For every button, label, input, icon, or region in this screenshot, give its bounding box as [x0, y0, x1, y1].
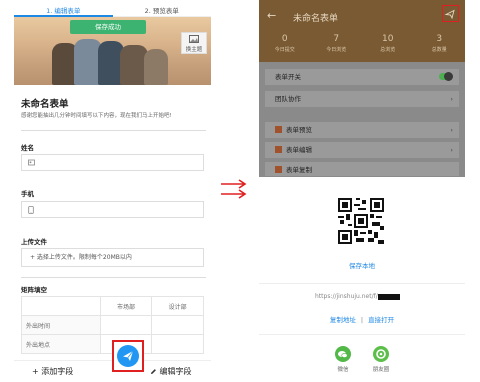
paper-plane-icon [123, 350, 134, 361]
menu-item-preview[interactable]: 表单预览 › [265, 122, 459, 138]
matrix-cell[interactable] [151, 315, 204, 335]
dimmed-menu-area: 表单开关 团队协作 › 表单预览 › 表单编辑 › 表单复制 [259, 62, 465, 177]
menu-item-label: 团队协作 [275, 95, 301, 103]
edit-field-button[interactable]: 编辑字段 [150, 366, 192, 377]
menu-item-copy[interactable]: 表单复制 [265, 162, 459, 176]
link-divider: | [360, 316, 364, 324]
editor-tabs: 1. 编辑表单 2. 预览表单 [14, 0, 211, 17]
share-wechat-label: 微信 [337, 367, 349, 373]
form-switch-toggle[interactable] [439, 72, 453, 81]
matrix-field-label: 矩阵填空 [21, 286, 47, 294]
divider [259, 283, 465, 284]
name-field-label: 姓名 [21, 144, 34, 152]
moments-icon [373, 346, 389, 362]
image-icon [189, 35, 199, 43]
matrix-row: 外出时间 [21, 315, 204, 335]
add-field-button[interactable]: + 添加字段 [32, 366, 73, 377]
link-actions: 复制地址 | 直接打开 [259, 314, 465, 324]
stat-today-views: 7 今日浏览 [326, 34, 347, 53]
form-title[interactable]: 未命名表单 [21, 96, 69, 110]
pencil-icon [151, 369, 156, 374]
share-button-highlight[interactable] [442, 5, 459, 22]
matrix-cell[interactable] [99, 315, 153, 335]
paper-plane-icon [444, 9, 455, 20]
divider [21, 130, 206, 131]
stats-row: 0 今日提交 7 今日浏览 10 总浏览 3 总数量 [259, 34, 465, 53]
menu-item-form-switch[interactable]: 表单开关 [265, 69, 459, 85]
menu-item-team[interactable]: 团队协作 › [265, 91, 459, 107]
matrix-corner-cell [21, 296, 101, 316]
back-arrow-icon[interactable]: ← [267, 9, 276, 22]
matrix-cell[interactable] [151, 334, 204, 354]
form-url-text: https://jinshuju.net/f/ [315, 293, 378, 300]
double-arrow-icon [221, 179, 247, 199]
menu-item-edit[interactable]: 表单编辑 › [265, 142, 459, 158]
edit-icon [275, 146, 282, 153]
stat-today-submissions: 0 今日提交 [274, 34, 295, 53]
edit-field-label: 编辑字段 [159, 367, 192, 376]
file-upload-button[interactable]: + 选择上传文件。限制每个20MB以内 [21, 248, 204, 267]
open-link-button[interactable]: 直接打开 [368, 316, 394, 324]
share-moments-label: 朋友圈 [372, 367, 390, 373]
matrix-column-header: 设计部 [151, 296, 204, 316]
divider [259, 334, 465, 335]
share-wechat-button[interactable]: 微信 [333, 346, 353, 373]
publish-button[interactable] [117, 345, 139, 367]
change-theme-label: 换主题 [185, 47, 203, 53]
stat-total-count: 3 总数量 [431, 34, 447, 53]
save-success-toast: 保存成功 [70, 20, 146, 34]
stat-total-views: 10 总浏览 [380, 34, 396, 53]
form-description[interactable]: 感谢您能抽出几分钟时间填写以下内容，现在我们马上开始吧! [21, 111, 206, 119]
matrix-column-header: 市场部 [99, 296, 153, 316]
change-theme-button[interactable]: 换主题 [181, 32, 207, 54]
matrix-row-header: 外出地点 [21, 334, 101, 354]
form-share-panel: ← 未命名表单 0 今日提交 7 今日浏览 10 总浏览 3 总数量 表单开关 团队协作… [259, 0, 465, 382]
menu-item-label: 表单编辑 [286, 146, 312, 154]
chevron-right-icon: › [450, 95, 453, 103]
matrix-header-row: 市场部 设计部 [21, 296, 204, 316]
copy-icon [275, 166, 282, 173]
matrix-row-header: 外出时间 [21, 315, 101, 335]
upload-field-label: 上传文件 [21, 238, 47, 246]
menu-item-label: 表单复制 [286, 166, 312, 174]
form-editor-panel: 1. 编辑表单 2. 预览表单 保存成功 换主题 未命名表单 感谢您能抽出几分钟… [14, 0, 211, 382]
divider [21, 277, 206, 278]
save-local-button[interactable]: 保存本地 [259, 260, 465, 270]
share-header: ← 未命名表单 0 今日提交 7 今日浏览 10 总浏览 3 总数量 [259, 0, 465, 62]
wechat-icon [335, 346, 351, 362]
chevron-right-icon: › [450, 146, 453, 154]
tab-edit-form[interactable]: 1. 编辑表单 [14, 0, 113, 17]
menu-item-label: 表单预览 [286, 126, 312, 134]
name-input[interactable] [21, 154, 204, 171]
publish-button-highlight [112, 340, 144, 372]
preview-icon [275, 126, 282, 133]
tab-preview-form[interactable]: 2. 预览表单 [112, 0, 211, 17]
form-url: https://jinshuju.net/f/ [315, 293, 400, 300]
phone-input[interactable] [21, 201, 204, 218]
chevron-right-icon: › [450, 126, 453, 134]
cover-person [144, 49, 168, 85]
qr-code-image [336, 196, 386, 246]
share-moments-button[interactable]: 朋友圈 [369, 346, 393, 373]
share-header-title: 未命名表单 [293, 14, 339, 24]
id-card-icon [28, 159, 35, 166]
phone-field-label: 手机 [21, 190, 34, 198]
phone-icon [28, 205, 34, 214]
menu-item-label: 表单开关 [275, 73, 301, 81]
copy-link-button[interactable]: 复制地址 [330, 316, 356, 324]
redacted-url-mask [377, 293, 400, 300]
